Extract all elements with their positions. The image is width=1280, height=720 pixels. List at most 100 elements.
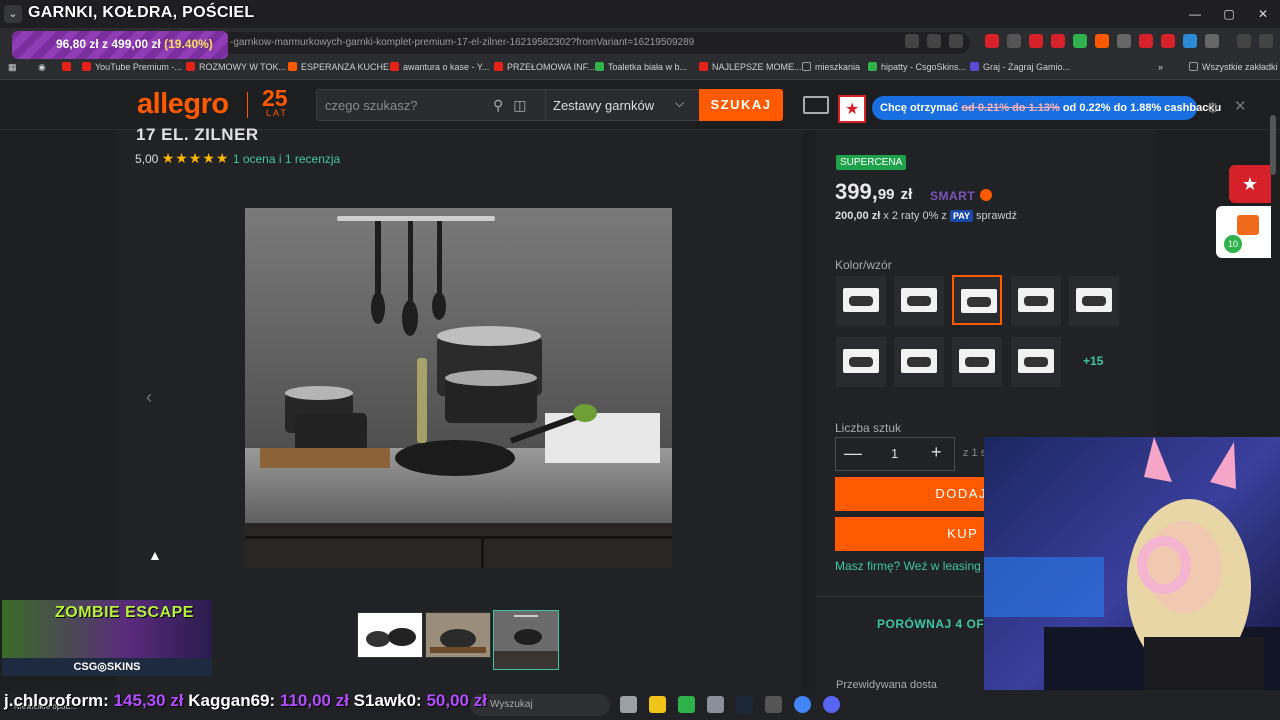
variant-option[interactable] [894,337,944,387]
smart-info-icon[interactable] [980,189,992,201]
camera-icon[interactable]: ◫ [513,97,526,114]
installment-text: x 2 raty 0% z [883,210,947,222]
install-app-icon[interactable] [905,34,919,48]
price-currency: zł [900,186,913,203]
price-comparison-text: 96,80 zł z 499,00 zł (19.40%) [56,37,213,51]
bookmark-folder[interactable]: mieszkania [802,62,860,72]
leasing-link[interactable]: Masz firmę? Weź w leasing [835,559,981,573]
bookmarks-bar: ▦ ◉ YouTube Premium -... ROZMOWY W TOK..… [0,58,1280,80]
bookmark-label: ROZMOWY W TOK... [199,62,287,72]
ext-icon[interactable] [1007,34,1021,48]
media-icon[interactable] [1237,34,1251,48]
donation-ticker: j.chloroform: 145,30 zł Kaggan69: 110,00… [4,691,487,711]
close-icon[interactable]: ✕ [1246,0,1280,28]
ext-icon[interactable] [1139,34,1153,48]
task-view-icon[interactable] [620,696,637,713]
bookmark-item[interactable]: Toaletka biała w b... [595,62,687,72]
app-icon[interactable] [765,696,782,713]
bookmark-item[interactable]: YouTube Premium -... [82,62,182,72]
sponsor-logo: CSG◎SKINS [2,658,212,676]
tab-group-icon[interactable]: ◉ [38,62,46,73]
installments-row: 200,00 zł x 2 raty 0% z PAY sprawdź [835,210,1017,222]
page-scrollbar[interactable] [1270,115,1276,175]
donation-amount: 50,00 zł [426,691,487,710]
shield-icon[interactable] [1117,34,1131,48]
chrome-icon[interactable] [794,696,811,713]
youtube-icon [494,62,503,71]
more-variants-link[interactable]: +15 [1083,354,1103,368]
store-icon[interactable] [678,696,695,713]
minus-icon[interactable]: — [844,443,862,464]
delivery-truck-icon[interactable] [803,96,829,114]
maximize-icon[interactable]: ▢ [1212,0,1246,28]
chevron-down-icon[interactable]: ⌵ [675,96,684,111]
discord-icon[interactable] [823,696,840,713]
puzzle-icon[interactable] [1205,34,1219,48]
settings-icon[interactable] [707,696,724,713]
quantity-input[interactable]: 1 [891,446,898,461]
bookmark-label: NAJLEPSZE MOME... [712,62,802,72]
ext-icon[interactable] [1183,34,1197,48]
reviews-link[interactable]: 1 ocena i 1 recenzja [233,152,340,166]
gallery-thumbnail[interactable] [425,612,491,658]
taskbar-apps [620,696,840,713]
extension-side-widget[interactable]: ★ [1229,165,1271,203]
bookmark-item[interactable]: ROZMOWY W TOK... [186,62,286,72]
bookmark-item[interactable]: PRZEŁOMOWA INF... [494,62,595,72]
close-icon[interactable]: ✕ [1234,97,1247,115]
variant-thumb [901,288,937,312]
bookmark-folder-all[interactable]: Wszystkie zakładki [1189,62,1278,72]
variant-option[interactable] [1011,276,1061,326]
search-tools: ⚲ ◫ [493,97,527,114]
ext-icon[interactable] [1095,34,1109,48]
variant-option[interactable] [1069,276,1119,326]
smart-badge: SMART [930,189,976,203]
stream-title: GARNKI, KOŁDRA, POŚCIEL [28,4,255,21]
youtube-icon [82,62,91,71]
zoom-icon[interactable] [927,34,941,48]
variant-option[interactable] [894,276,944,326]
anniversary-badge-text: LAT [266,108,288,118]
bookmark-item[interactable]: hipatty - CsgoSkins... [868,62,966,72]
ext-icon[interactable] [1029,34,1043,48]
product-main-image[interactable] [245,208,672,568]
installment-check-link[interactable]: sprawdź [976,210,1017,222]
variant-option[interactable] [1011,337,1061,387]
ext-adblock-icon[interactable] [985,34,999,48]
bookmark-item[interactable]: awantura o kase - Y... [390,62,489,72]
tab-search-button[interactable]: ⌄ [4,5,22,23]
bookmark-item[interactable]: NAJLEPSZE MOME... [699,62,802,72]
bookmark-item[interactable]: ESPERANZA KUCHE... [288,62,397,72]
variant-option[interactable] [836,276,886,326]
sidebar-icon[interactable] [1259,34,1273,48]
cashback-button[interactable]: Chcę otrzymać od 0.21% do 1.13% od 0.22%… [872,96,1221,120]
bookmarks-overflow-chevron-icon[interactable]: » [1158,62,1163,72]
ext-icon[interactable] [1073,34,1087,48]
minimize-icon[interactable]: — [1178,0,1212,28]
file-explorer-icon[interactable] [649,696,666,713]
bookmark-label: PRZEŁOMOWA INF... [507,62,595,72]
gallery-prev-chevron-icon[interactable]: ‹ [146,387,152,408]
ext-icon[interactable] [1161,34,1175,48]
gear-icon[interactable]: ⚙ [1206,99,1219,117]
star-bookmark-icon[interactable] [949,34,963,48]
search-button[interactable]: SZUKAJ [699,89,783,121]
apps-grid-icon[interactable]: ▦ [8,62,17,73]
taskbar-search[interactable]: Wyszukaj [470,694,610,716]
ext-icon[interactable] [1051,34,1065,48]
variant-option[interactable] [952,337,1002,387]
plus-icon[interactable]: + [931,442,942,463]
rating-row: 5,00 ★★★★★ 1 ocena i 1 recenzja [135,150,340,167]
steam-icon[interactable] [736,696,753,713]
variant-option[interactable] [836,337,886,387]
price-main: 399, [835,179,878,204]
bookmark-item[interactable]: Graj - Zagraj Gamio... [970,62,1070,72]
bookmark-item[interactable] [62,62,75,72]
variant-option-selected[interactable] [952,275,1002,325]
cashback-extension-logo[interactable] [838,95,866,123]
gallery-thumbnail-active[interactable] [493,610,559,670]
offer-price: 399,99 zł [835,179,912,205]
filter-icon[interactable]: ⚲ [493,97,503,114]
gallery-thumbnail[interactable] [357,612,423,658]
allegro-logo[interactable]: allegro [137,88,229,121]
